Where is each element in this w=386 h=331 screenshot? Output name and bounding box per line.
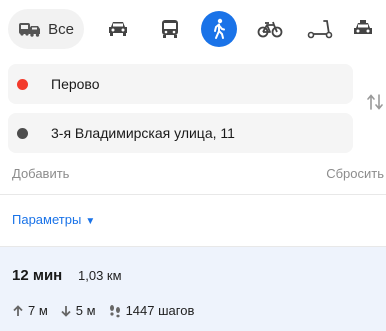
route-card[interactable]: 12 мин 1,03 км 7 м 5 м 1447 шагов — [0, 247, 386, 331]
steps-item: 1447 шагов — [108, 303, 195, 318]
transport-mode-bar: Все — [0, 9, 386, 49]
mode-all-button[interactable]: Все — [8, 9, 84, 49]
mode-bicycle-button[interactable] — [252, 9, 288, 49]
route-to-text: 3-я Владимирская улица, 11 — [51, 125, 235, 141]
descent-value: 5 м — [75, 303, 96, 318]
ascent-value: 7 м — [28, 303, 48, 318]
arrow-down-icon — [60, 305, 76, 317]
swap-points-button[interactable] — [366, 92, 384, 112]
add-point-link[interactable]: Добавить — [12, 166, 69, 181]
mode-walk-button[interactable] — [201, 11, 237, 47]
reset-link[interactable]: Сбросить — [326, 166, 384, 181]
route-from-text: Перово — [51, 76, 100, 92]
footprints-icon — [108, 304, 126, 318]
descent-item: 5 м — [60, 303, 96, 318]
bicycle-icon — [257, 20, 283, 38]
params-label: Параметры — [12, 212, 82, 227]
route-time: 12 мин — [12, 267, 63, 284]
steps-value: 1447 шагов — [125, 303, 195, 318]
car-icon — [107, 20, 129, 38]
mode-public-transport-button[interactable] — [153, 9, 187, 49]
pedestrian-icon — [211, 18, 227, 40]
car-bus-icon — [18, 20, 42, 38]
divider — [0, 194, 386, 195]
mode-car-button[interactable] — [101, 9, 135, 49]
end-point-marker — [17, 128, 28, 139]
mode-scooter-button[interactable] — [302, 9, 338, 49]
start-point-marker — [17, 79, 28, 90]
route-details: 7 м 5 м 1447 шагов — [12, 303, 206, 318]
route-from-field[interactable]: Перово — [8, 64, 353, 104]
taxi-icon — [352, 19, 374, 39]
swap-arrows-icon — [366, 94, 384, 116]
scooter-icon — [307, 19, 333, 39]
ascent-item: 7 м — [12, 303, 48, 318]
caret-down-icon: ▼ — [85, 216, 96, 227]
arrow-up-icon — [12, 304, 28, 317]
route-to-field[interactable]: 3-я Владимирская улица, 11 — [8, 113, 353, 153]
mode-taxi-button[interactable] — [352, 9, 386, 49]
route-distance: 1,03 км — [78, 268, 122, 283]
bus-icon — [160, 19, 180, 39]
params-dropdown[interactable]: Параметры ▼ — [12, 212, 95, 227]
mode-all-label: Все — [48, 20, 74, 38]
